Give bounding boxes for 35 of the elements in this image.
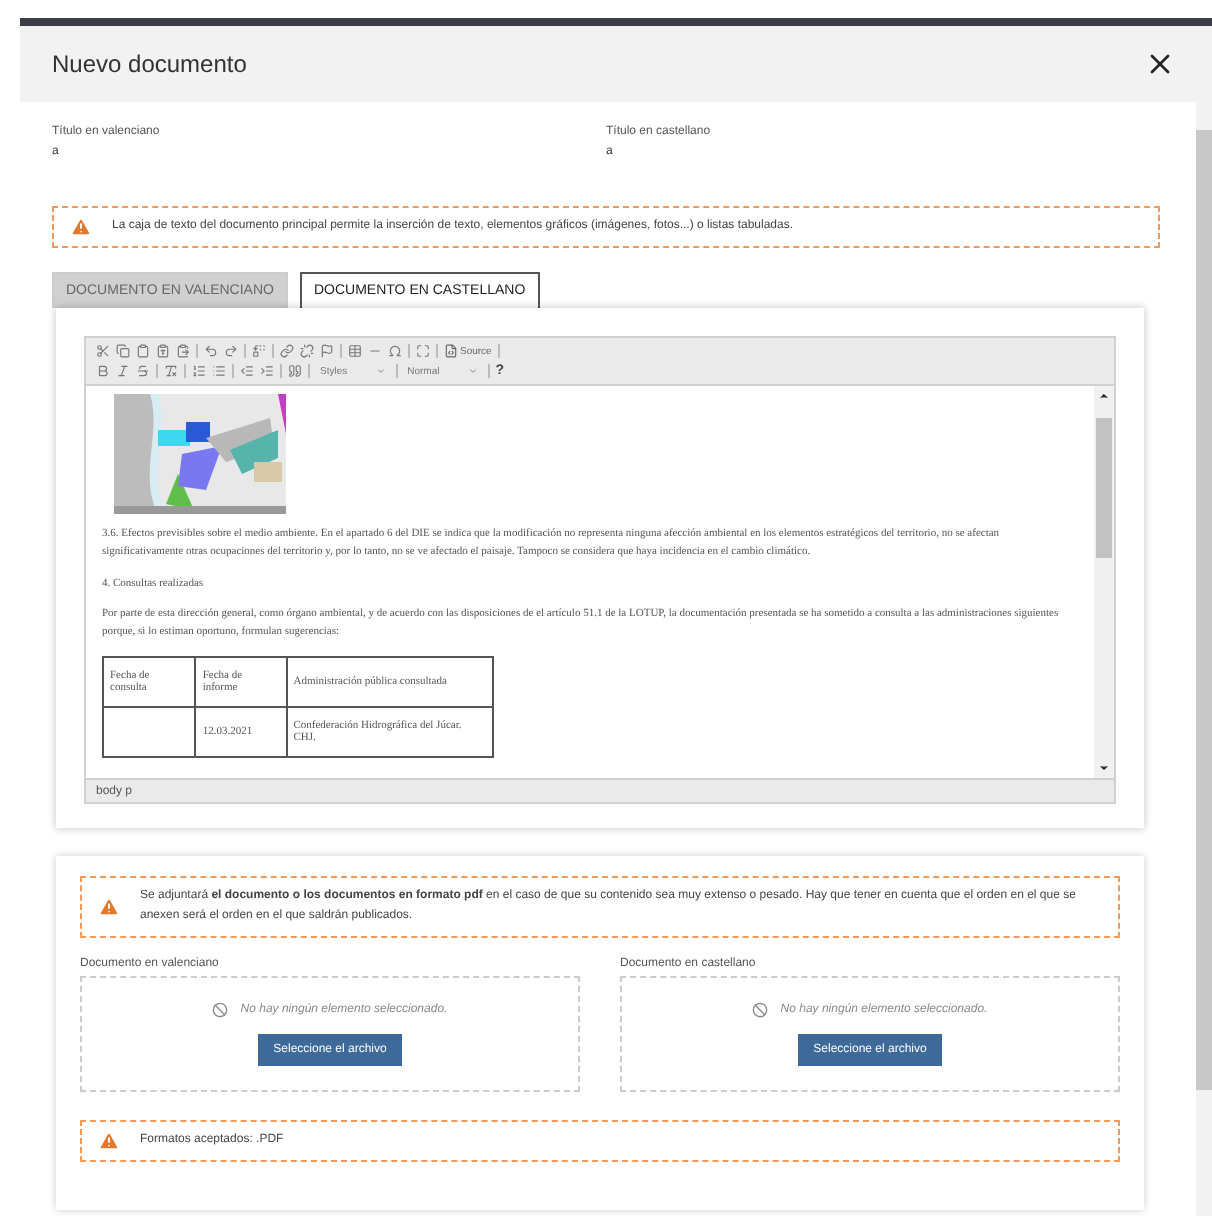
italic-icon[interactable]: [116, 364, 130, 378]
cut-icon[interactable]: [96, 344, 110, 358]
copy-icon[interactable]: [116, 344, 130, 358]
warning-icon: [98, 1130, 120, 1153]
indent-icon[interactable]: [260, 364, 274, 378]
undo-icon[interactable]: [204, 344, 218, 358]
source-icon: [444, 344, 458, 358]
scrollbar[interactable]: [1094, 386, 1114, 778]
empty-icon: [752, 1002, 769, 1019]
outdent-icon[interactable]: [240, 364, 254, 378]
paste-icon[interactable]: [136, 344, 150, 358]
scroll-down-icon[interactable]: [1098, 762, 1110, 774]
paste-text-icon[interactable]: [156, 344, 170, 358]
redo-icon[interactable]: [224, 344, 238, 358]
caret-icon: [467, 366, 478, 376]
maximize-icon[interactable]: [416, 344, 430, 358]
link-icon[interactable]: [280, 344, 294, 358]
empty-icon: [212, 1002, 229, 1019]
bullet-list-icon[interactable]: [212, 364, 226, 378]
scrollbar[interactable]: [1196, 26, 1212, 1216]
unlink-icon[interactable]: [300, 344, 314, 358]
table-icon[interactable]: [348, 344, 362, 358]
warning-icon: [98, 896, 120, 919]
scroll-up-icon[interactable]: [1098, 390, 1110, 402]
quote-icon[interactable]: [288, 364, 302, 378]
numbered-list-icon[interactable]: [192, 364, 206, 378]
omega-icon[interactable]: [388, 344, 402, 358]
paste-word-icon[interactable]: [176, 344, 190, 358]
strikethrough-icon[interactable]: [136, 364, 150, 378]
warning-icon: [70, 216, 92, 238]
table-cell: [103, 706, 196, 757]
dialog-title: Nuevo documento: [52, 50, 247, 78]
remove-format-icon[interactable]: [164, 364, 178, 378]
caret-icon: [375, 366, 386, 376]
bold-icon[interactable]: [96, 364, 110, 378]
